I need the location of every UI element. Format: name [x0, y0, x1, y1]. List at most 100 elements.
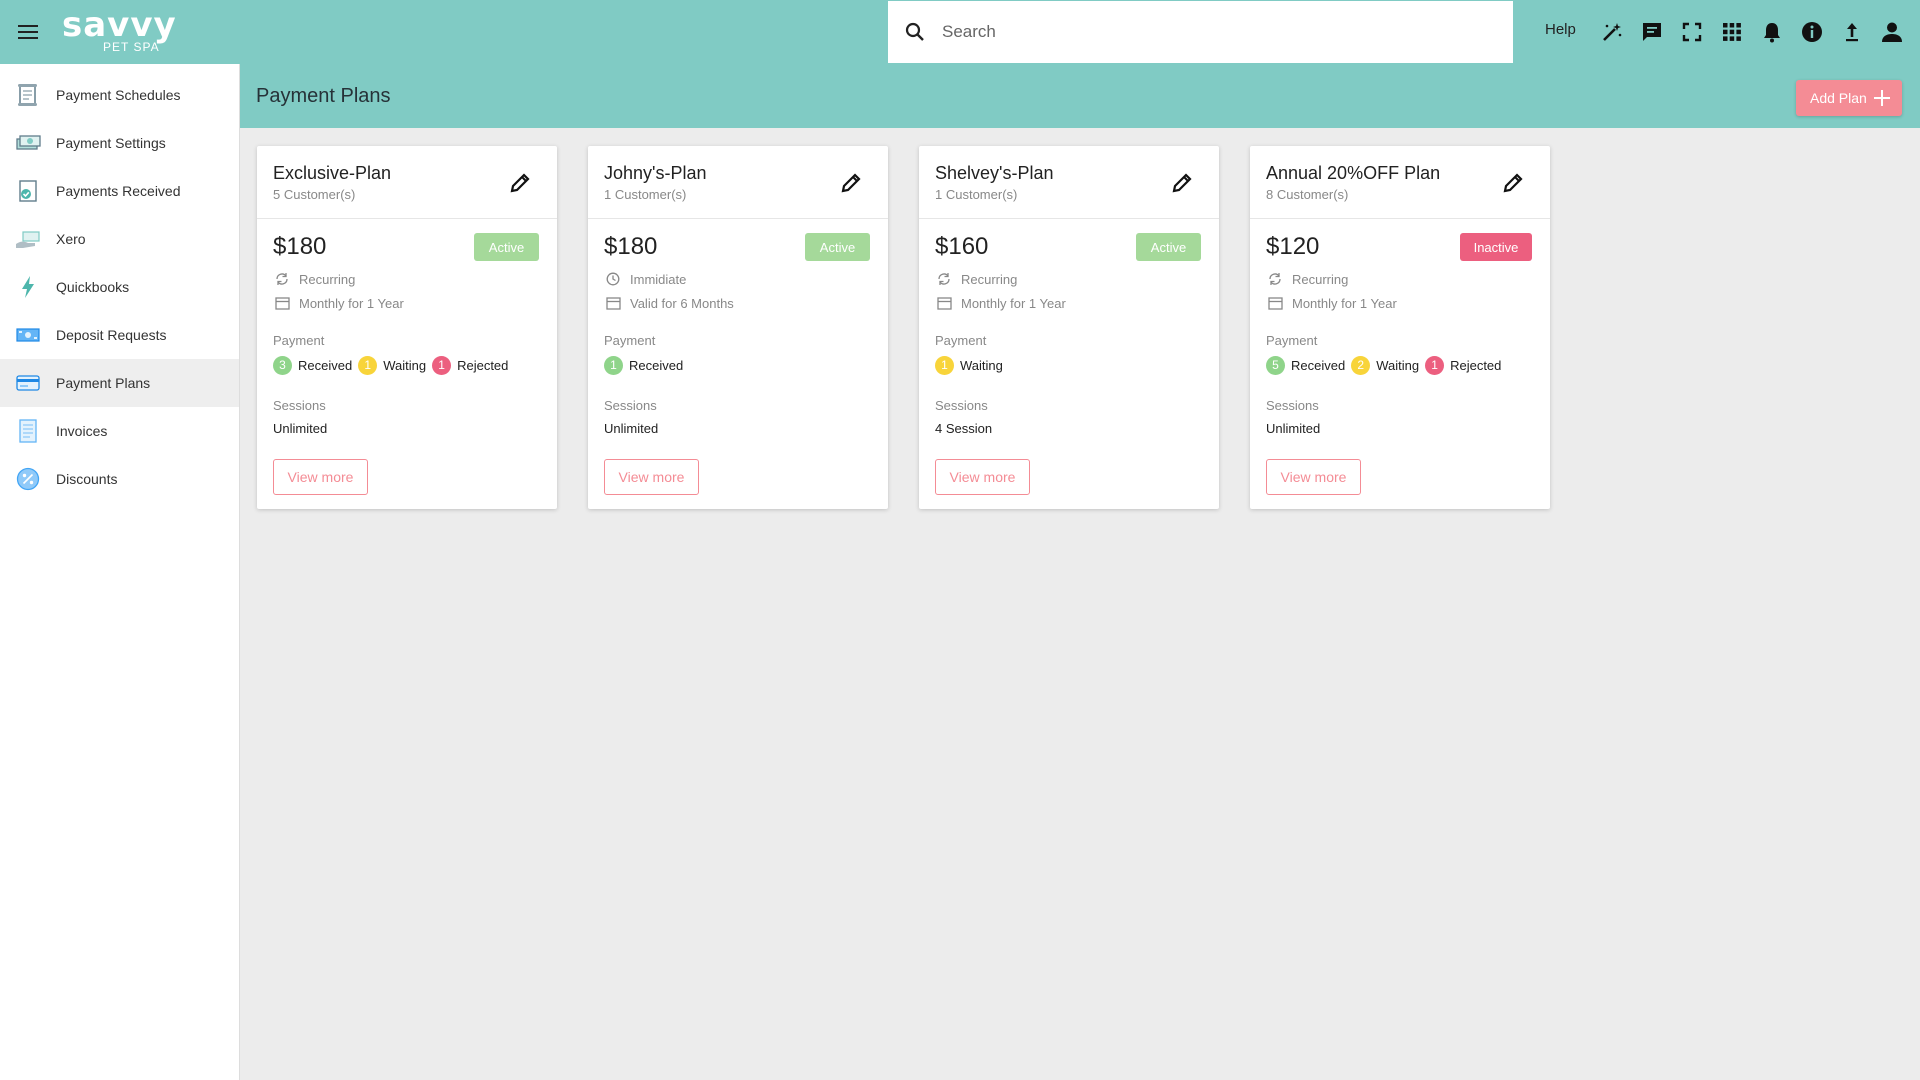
edit-pencil-icon[interactable]: [1169, 170, 1195, 196]
fullscreen-button[interactable]: [1676, 16, 1708, 48]
sidebar-item-payment-schedules[interactable]: Payment Schedules: [0, 71, 239, 119]
upload-icon: [1846, 23, 1858, 42]
plan-customer-count: 5 Customer(s): [273, 187, 356, 202]
rejected-label: Rejected: [457, 357, 509, 373]
percent-badge-icon: [16, 467, 40, 491]
chat-button[interactable]: [1636, 16, 1668, 48]
payment-summary: 1 Received: [604, 355, 689, 375]
sessions-value: Unlimited: [604, 421, 659, 436]
plus-icon: [1874, 90, 1890, 106]
card-divider: [1250, 218, 1550, 219]
sidebar-item-payments-received[interactable]: Payments Received: [0, 167, 239, 215]
sessions-value: Unlimited: [1266, 421, 1321, 436]
sessions-label: Sessions: [604, 398, 657, 413]
add-plan-label: Add Plan: [1810, 90, 1867, 106]
info-icon: [1802, 22, 1822, 42]
sidebar-item-label: Payment Schedules: [56, 87, 181, 103]
received-count-badge: 5: [1266, 355, 1285, 375]
sessions-label: Sessions: [935, 398, 988, 413]
sidebar-item-quickbooks[interactable]: Quickbooks: [0, 263, 239, 311]
plan-duration: Monthly for 1 Year: [961, 295, 1066, 311]
sidebar-item-invoices[interactable]: Invoices: [0, 407, 239, 455]
status-badge: Active: [805, 233, 870, 261]
waiting-count-badge: 2: [1351, 355, 1371, 375]
card-divider: [919, 218, 1219, 219]
page-header: Payment Plans Add Plan: [240, 64, 1920, 128]
calendar-icon: [273, 294, 291, 312]
plan-duration: Monthly for 1 Year: [299, 295, 404, 311]
money-hand-icon: [16, 231, 40, 248]
sessions-label: Sessions: [1266, 398, 1319, 413]
waiting-label: Waiting: [960, 357, 1003, 373]
plan-type-row: Recurring: [273, 270, 355, 288]
info-button[interactable]: [1796, 16, 1828, 48]
sidebar-item-label: Discounts: [56, 471, 118, 487]
clock-icon: [604, 270, 622, 288]
waiting-label: Waiting: [383, 357, 427, 373]
search-input[interactable]: [942, 22, 1502, 42]
plan-duration-row: Valid for 6 Months: [604, 294, 734, 312]
plan-type-row: Recurring: [935, 270, 1017, 288]
calendar-icon: [935, 294, 953, 312]
plan-duration-row: Monthly for 1 Year: [935, 294, 1066, 312]
sidebar-item-label: Deposit Requests: [56, 327, 167, 343]
add-plan-button[interactable]: Add Plan: [1796, 80, 1902, 116]
plan-card-annual: Annual 20%OFF Plan 8 Customer(s) $120 In…: [1250, 146, 1550, 509]
upload-button[interactable]: [1836, 16, 1868, 48]
logo-wordmark: savvy: [62, 5, 177, 45]
received-label: Received: [298, 357, 353, 373]
payment-label: Payment: [935, 333, 987, 348]
menu-icon: [18, 25, 38, 39]
sidebar-item-label: Xero: [56, 231, 86, 247]
calendar-icon: [1266, 294, 1284, 312]
sidebar-item-payment-settings[interactable]: Payment Settings: [0, 119, 239, 167]
top-app-bar: savvy PET SPA Help: [0, 0, 1920, 64]
hamburger-menu-button[interactable]: [0, 0, 56, 64]
plan-price: $120: [1266, 233, 1320, 260]
plan-type: Recurring: [961, 271, 1018, 287]
view-more-button[interactable]: View more: [273, 459, 368, 495]
status-badge: Active: [474, 233, 539, 261]
payment-label: Payment: [1266, 333, 1318, 348]
edit-pencil-icon[interactable]: [838, 170, 864, 196]
rejected-label: Rejected: [1450, 357, 1502, 373]
plan-type: Recurring: [1292, 271, 1349, 287]
logo-subtitle: PET SPA: [103, 40, 160, 54]
received-label: Received: [1291, 357, 1346, 373]
sidebar-item-label: Invoices: [56, 423, 108, 439]
scroll-icon: [18, 84, 37, 106]
payment-label: Payment: [273, 333, 325, 348]
view-more-button[interactable]: View more: [1266, 459, 1361, 495]
notifications-button[interactable]: [1756, 16, 1788, 48]
card-divider: [588, 218, 888, 219]
plan-name: Shelvey's-Plan: [935, 163, 1054, 183]
apps-grid-button[interactable]: [1716, 16, 1748, 48]
cash-settings-icon: [16, 135, 41, 150]
edit-pencil-icon[interactable]: [1500, 170, 1526, 196]
search-bar[interactable]: [888, 1, 1513, 63]
plan-card-shelvey: Shelvey's-Plan 1 Customer(s) $160 Active…: [919, 146, 1219, 509]
help-link[interactable]: Help: [1545, 21, 1576, 38]
app-logo[interactable]: savvy PET SPA: [62, 8, 187, 54]
plan-price: $180: [273, 233, 327, 260]
bell-icon: [1764, 23, 1780, 43]
plan-price: $180: [604, 233, 658, 260]
plan-name: Johny's-Plan: [604, 163, 707, 183]
page-title: Payment Plans: [256, 85, 391, 107]
sidebar-item-label: Payment Plans: [56, 375, 151, 391]
plan-type-row: Immidiate: [604, 270, 686, 288]
plan-name: Annual 20%OFF Plan: [1266, 163, 1441, 183]
sidebar-item-payment-plans[interactable]: Payment Plans: [0, 359, 239, 407]
received-count-badge: 1: [604, 355, 623, 375]
view-more-button[interactable]: View more: [935, 459, 1030, 495]
magic-wand-button[interactable]: [1596, 16, 1628, 48]
edit-pencil-icon[interactable]: [507, 170, 533, 196]
account-button[interactable]: [1876, 16, 1908, 48]
plan-duration: Valid for 6 Months: [630, 295, 734, 311]
view-more-button[interactable]: View more: [604, 459, 699, 495]
sidebar-item-deposit-requests[interactable]: Deposit Requests: [0, 311, 239, 359]
sidebar-item-xero[interactable]: Xero: [0, 215, 239, 263]
sidebar-item-discounts[interactable]: Discounts: [0, 455, 239, 503]
received-count-badge: 3: [273, 355, 292, 375]
payment-summary: 5 Received 2 Waiting 1 Rejected: [1266, 355, 1507, 375]
